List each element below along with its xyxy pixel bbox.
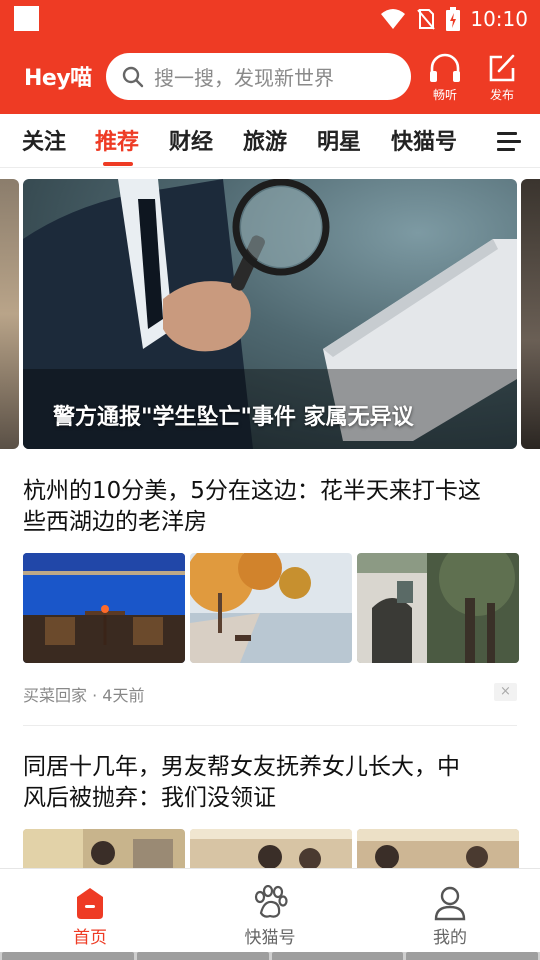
article-title[interactable]: 同居十几年，男友帮女友抚养女儿长大，中 风后被抛弃：我们没领证 — [23, 752, 523, 814]
article-title-line-1: 同居十几年，男友帮女友抚养女儿长大，中 — [23, 754, 460, 780]
listen-button[interactable]: 畅听 — [425, 52, 465, 104]
nav-home[interactable]: 首页 — [40, 869, 140, 953]
video-still-image — [23, 829, 185, 869]
old-villa-image — [357, 553, 519, 663]
wifi-icon — [381, 9, 406, 29]
article-thumbnail[interactable] — [357, 553, 519, 663]
nav-kuaimao-label: 快猫号 — [244, 928, 296, 948]
article-title[interactable]: 杭州的10分美，5分在这边：花半天来打卡这 些西湖边的老洋房 — [23, 476, 523, 538]
paw-icon — [254, 885, 288, 918]
search-input[interactable]: 搜一搜，发现新世界 — [106, 53, 411, 100]
lakeside-autumn-image — [190, 553, 352, 663]
article-title-line-2: 风后被抛弃：我们没领证 — [23, 785, 276, 811]
banner-caption: 警方通报"学生坠亡"事件 家属无异议 — [53, 405, 414, 430]
dismiss-article-button[interactable]: × — [494, 683, 517, 701]
home-icon — [77, 888, 103, 919]
no-sim-icon — [417, 9, 436, 30]
article-thumbnail[interactable] — [23, 553, 185, 663]
article-thumbnail[interactable] — [23, 829, 185, 869]
nav-profile-label: 我的 — [433, 928, 467, 948]
listen-label: 畅听 — [432, 88, 457, 102]
nav-kuaimao[interactable]: 快猫号 — [220, 869, 320, 953]
user-icon — [434, 886, 466, 921]
notification-icon — [14, 6, 39, 31]
article-thumbnail[interactable] — [357, 829, 519, 869]
lake-night-image — [23, 553, 185, 663]
app-logo[interactable]: Hey喵 — [24, 60, 92, 92]
article-meta: 买菜回家 · 4天前 — [23, 686, 145, 705]
publish-button[interactable]: 发布 — [482, 52, 522, 104]
banner-next-slide[interactable] — [521, 179, 540, 449]
app-header: Hey喵 搜一搜，发现新世界 畅听 发布 — [0, 38, 540, 114]
article-thumbnail[interactable] — [190, 553, 352, 663]
banner-slide[interactable]: 警方通报"学生坠亡"事件 家属无异议 — [23, 179, 517, 449]
active-tab-indicator — [103, 162, 133, 166]
nav-profile[interactable]: 我的 — [400, 869, 500, 953]
category-tabs: 关注 推荐 财经 旅游 明星 快猫号 — [0, 114, 540, 168]
video-still-image — [190, 829, 352, 869]
tab-menu-icon[interactable] — [497, 132, 521, 152]
article-title-line-2: 些西湖边的老洋房 — [23, 509, 207, 535]
search-icon — [122, 66, 144, 87]
bottom-nav: 首页 快猫号 我的 — [0, 868, 540, 952]
divider — [23, 725, 517, 726]
clock: 10:10 — [470, 7, 528, 31]
system-task-strip — [0, 952, 540, 960]
publish-label: 发布 — [489, 88, 514, 102]
nav-home-label: 首页 — [73, 928, 107, 948]
edit-icon — [489, 54, 515, 82]
article-thumbnail[interactable] — [190, 829, 352, 869]
status-bar: 10:10 — [0, 0, 540, 38]
article-title-line-1: 杭州的10分美，5分在这边：花半天来打卡这 — [23, 478, 481, 504]
tab-travel[interactable]: 旅游 — [243, 124, 287, 156]
video-still-image — [357, 829, 519, 869]
tab-follow[interactable]: 关注 — [22, 124, 66, 156]
tab-recommend[interactable]: 推荐 — [95, 124, 139, 156]
tab-celebrity[interactable]: 明星 — [317, 124, 361, 156]
search-placeholder: 搜一搜，发现新世界 — [154, 66, 334, 90]
tab-kuaimao[interactable]: 快猫号 — [391, 124, 457, 156]
battery-charging-icon — [446, 7, 461, 31]
headphones-icon — [430, 53, 460, 82]
banner-prev-slide[interactable] — [0, 179, 19, 449]
status-icons: 10:10 — [380, 4, 528, 34]
tab-finance[interactable]: 财经 — [169, 124, 213, 156]
